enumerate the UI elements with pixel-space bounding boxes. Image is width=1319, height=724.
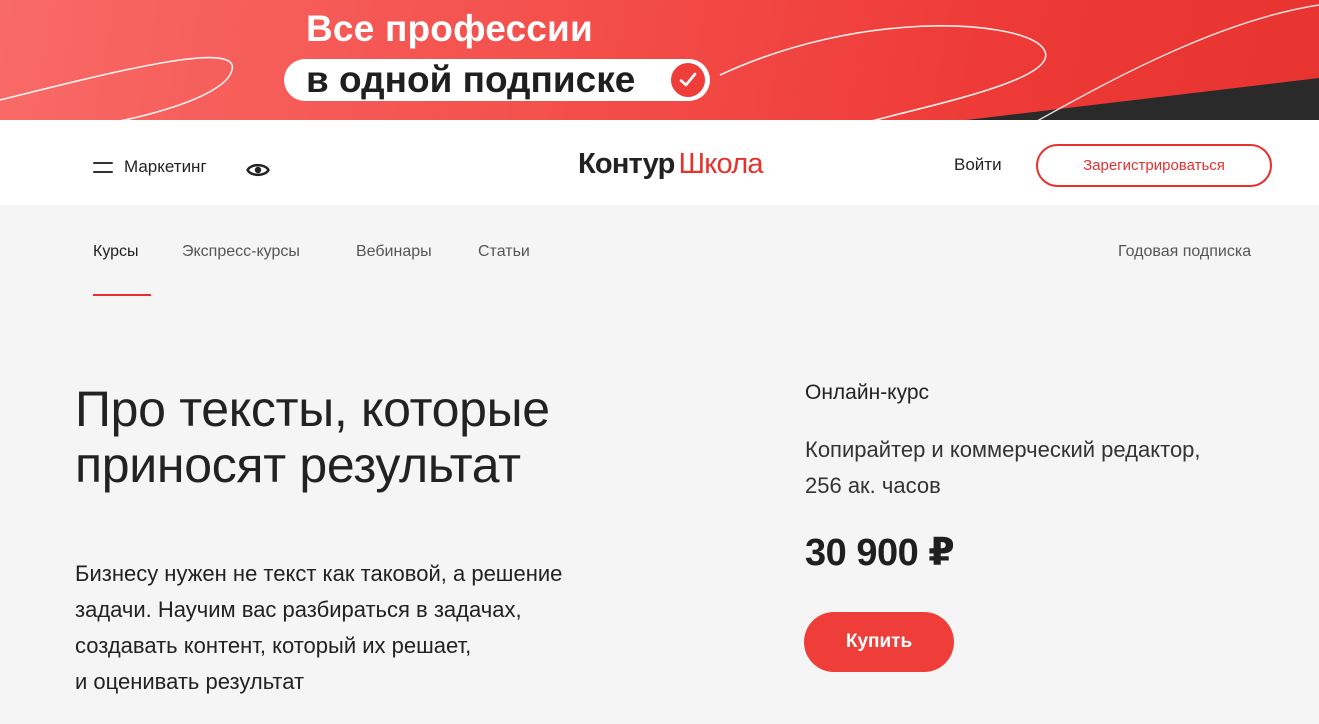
tab-webinars[interactable]: Вебинары: [356, 243, 432, 261]
page-title: Про тексты, которые приносят результат: [75, 381, 715, 493]
annual-subscription-link[interactable]: Годовая подписка: [1118, 243, 1251, 261]
course-type: Онлайн-курс: [805, 381, 930, 404]
description-line: создавать контент, который их решает,: [75, 633, 472, 658]
course-name: Копирайтер и коммерческий редактор, 256 …: [805, 432, 1275, 504]
logo[interactable]: Контур Школа: [578, 148, 763, 181]
burger-icon: [93, 161, 113, 173]
description-line: и оценивать результат: [75, 669, 305, 694]
tab-courses[interactable]: Курсы: [93, 243, 139, 261]
login-link[interactable]: Войти: [954, 155, 1002, 175]
logo-part-shkola: Школа: [678, 148, 764, 180]
menu-label: Маркетинг: [124, 157, 207, 176]
tab-express-courses[interactable]: Экспресс-курсы: [182, 243, 300, 261]
course-name-line: 256 ак. часов: [805, 473, 941, 498]
banner-subtitle: в одной подписке: [306, 59, 636, 100]
title-line: Про тексты, которые: [75, 381, 550, 437]
description-line: задачи. Научим вас разбираться в задачах…: [75, 597, 522, 622]
check-circle-icon: [671, 63, 705, 97]
menu-button[interactable]: Маркетинг: [93, 157, 207, 177]
banner-title: Все профессии: [306, 8, 593, 49]
active-tab-indicator: [93, 294, 151, 296]
register-button[interactable]: Зарегистрироваться: [1036, 144, 1272, 187]
eye-icon[interactable]: [246, 160, 270, 180]
tab-articles[interactable]: Статьи: [478, 243, 530, 261]
site-header: Маркетинг Контур Школа Войти Зарегистриро…: [0, 120, 1319, 205]
buy-button[interactable]: Купить: [804, 612, 954, 672]
course-name-line: Копирайтер и коммерческий редактор,: [805, 437, 1201, 462]
course-price: 30 900 ₽: [805, 532, 955, 574]
logo-part-kontur: Контур: [578, 148, 675, 180]
description-line: Бизнесу нужен не текст как таковой, а ре…: [75, 561, 563, 586]
promo-banner[interactable]: Все профессии в одной подписке: [0, 0, 1319, 120]
hero-description: Бизнесу нужен не текст как таковой, а ре…: [75, 556, 665, 700]
title-line: приносят результат: [75, 437, 521, 493]
